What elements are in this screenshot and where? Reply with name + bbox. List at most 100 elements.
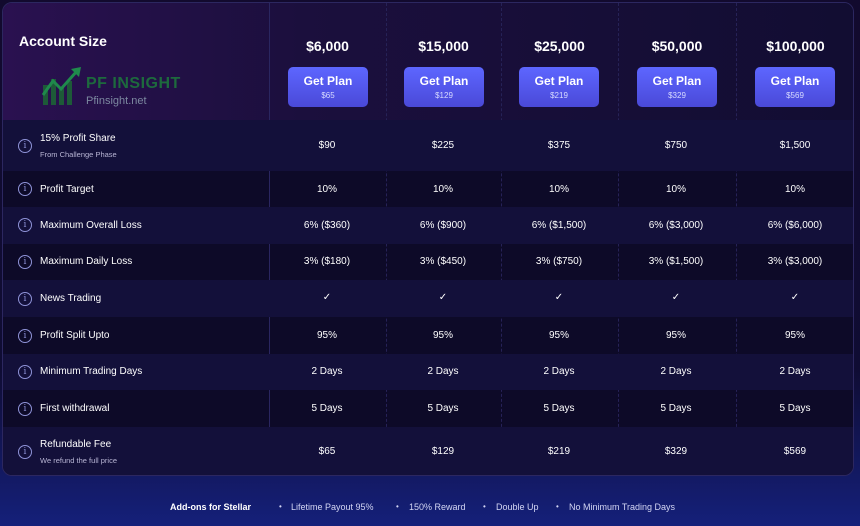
table-cell: $1,500 xyxy=(779,140,811,151)
get-plan-button[interactable]: Get Plan $129 xyxy=(404,67,484,107)
get-plan-button[interactable]: Get Plan $219 xyxy=(519,67,599,107)
table-cell: $219 xyxy=(547,446,571,457)
info-circle-icon[interactable]: i xyxy=(18,329,32,343)
plan-price: $25,000 xyxy=(534,38,585,54)
account-size-heading: Account Size xyxy=(19,33,107,49)
plan-column-6000: $6,000 Get Plan $65 xyxy=(269,3,386,120)
table-row-max-daily-loss: i Maximum Daily Loss 3% ($180) 3% ($450)… xyxy=(3,244,853,280)
info-circle-icon[interactable]: i xyxy=(18,445,32,459)
info-circle-icon[interactable]: i xyxy=(18,218,32,232)
table-row-refundable-fee: i Refundable Fee We refund the full pric… xyxy=(3,427,853,475)
table-cell: 10% xyxy=(665,184,686,195)
button-fee: $569 xyxy=(786,91,804,100)
table-cell: 95% xyxy=(784,330,805,341)
table-cell: 95% xyxy=(665,330,686,341)
table-cell: 5 Days xyxy=(543,403,575,414)
table-row-max-overall-loss: i Maximum Overall Loss 6% ($360) 6% ($90… xyxy=(3,207,853,244)
addon-item: 150% Reward xyxy=(409,502,466,512)
info-circle-icon[interactable]: i xyxy=(18,292,32,306)
button-label: Get Plan xyxy=(419,74,469,88)
feature-label: Profit Target xyxy=(40,184,94,195)
table-cell: 6% ($1,500) xyxy=(531,220,587,231)
table-row-news-trading: i News Trading ✓ ✓ ✓ ✓ ✓ xyxy=(3,280,853,317)
feature-sublabel: From Challenge Phase xyxy=(40,150,117,159)
plan-price: $6,000 xyxy=(306,38,349,54)
table-row-profit-target: i Profit Target 10% 10% 10% 10% 10% xyxy=(3,171,853,207)
table-cell: 95% xyxy=(432,330,453,341)
table-row-first-withdrawal: i First withdrawal 5 Days 5 Days 5 Days … xyxy=(3,390,853,427)
logo-url-text: Pfinsight.net xyxy=(86,95,147,107)
button-fee: $129 xyxy=(435,91,453,100)
feature-label: First withdrawal xyxy=(40,403,110,414)
table-cell: 3% ($180) xyxy=(303,256,351,267)
addons-title: Add-ons for Stellar xyxy=(170,502,252,512)
addon-item: No Minimum Trading Days xyxy=(569,502,676,512)
table-cell: 10% xyxy=(548,184,569,195)
bullet-dot: • xyxy=(483,502,486,511)
feature-label: Maximum Overall Loss xyxy=(40,220,142,231)
button-label: Get Plan xyxy=(534,74,584,88)
table-cell: 6% ($6,000) xyxy=(767,220,823,231)
table-cell: 2 Days xyxy=(427,366,459,377)
table-cell: 2 Days xyxy=(311,366,343,377)
table-cell: $225 xyxy=(431,140,455,151)
plan-column-15000: $15,000 Get Plan $129 xyxy=(386,3,501,120)
button-label: Get Plan xyxy=(770,74,820,88)
table-cell: 10% xyxy=(316,184,337,195)
checkmark-icon: ✓ xyxy=(671,292,681,303)
table-cell: 95% xyxy=(548,330,569,341)
button-fee: $219 xyxy=(550,91,568,100)
plan-column-25000: $25,000 Get Plan $219 xyxy=(501,3,618,120)
table-cell: 3% ($750) xyxy=(535,256,583,267)
feature-label: News Trading xyxy=(40,293,102,304)
table-cell: 2 Days xyxy=(543,366,575,377)
table-cell: $65 xyxy=(318,446,336,457)
feature-label: Profit Split Upto xyxy=(40,330,110,341)
table-cell: 6% ($3,000) xyxy=(648,220,704,231)
button-fee: $329 xyxy=(668,91,686,100)
plan-price: $50,000 xyxy=(651,38,703,54)
info-circle-icon[interactable]: i xyxy=(18,402,32,416)
table-cell: $569 xyxy=(783,446,807,457)
chart-arrow-icon xyxy=(41,67,81,105)
table-cell: 3% ($1,500) xyxy=(648,256,704,267)
pricing-table: Account Size PF INSIGHT Pfinsight.net $6… xyxy=(2,2,854,476)
table-cell: $375 xyxy=(547,140,571,151)
table-cell: 95% xyxy=(316,330,337,341)
table-row-profit-split: i Profit Split Upto 95% 95% 95% 95% 95% xyxy=(3,317,853,354)
info-circle-icon[interactable]: i xyxy=(18,139,32,153)
plan-price: $15,000 xyxy=(418,38,469,54)
table-cell: $329 xyxy=(664,446,688,457)
feature-label: Minimum Trading Days xyxy=(40,366,143,377)
info-circle-icon[interactable]: i xyxy=(18,255,32,269)
table-cell: 10% xyxy=(784,184,805,195)
table-cell: 6% ($900) xyxy=(419,220,467,231)
checkmark-icon: ✓ xyxy=(438,292,448,303)
bullet-dot: • xyxy=(396,502,399,511)
info-circle-icon[interactable]: i xyxy=(18,365,32,379)
addon-item: Double Up xyxy=(496,502,539,512)
table-cell: 3% ($450) xyxy=(419,256,467,267)
plan-column-100000: $100,000 Get Plan $569 xyxy=(736,3,853,120)
info-circle-icon[interactable]: i xyxy=(18,182,32,196)
table-row-profit-share: i 15% Profit Share From Challenge Phase … xyxy=(3,120,853,171)
feature-label: Maximum Daily Loss xyxy=(40,256,133,267)
get-plan-button[interactable]: Get Plan $329 xyxy=(637,67,717,107)
table-cell: 2 Days xyxy=(660,366,692,377)
checkmark-icon: ✓ xyxy=(322,292,332,303)
plan-column-50000: $50,000 Get Plan $329 xyxy=(618,3,736,120)
bullet-dot: • xyxy=(556,502,559,511)
logo-brand-text: PF INSIGHT xyxy=(86,75,181,92)
table-cell: 5 Days xyxy=(311,403,343,414)
table-cell: $750 xyxy=(664,140,688,151)
get-plan-button[interactable]: Get Plan $569 xyxy=(755,67,835,107)
table-cell: $90 xyxy=(318,140,336,151)
table-cell: 10% xyxy=(432,184,453,195)
pf-insight-logo: PF INSIGHT Pfinsight.net xyxy=(41,65,191,109)
table-cell: 5 Days xyxy=(427,403,459,414)
table-cell: 3% ($3,000) xyxy=(767,256,823,267)
addon-item: Lifetime Payout 95% xyxy=(291,502,374,512)
get-plan-button[interactable]: Get Plan $65 xyxy=(288,67,368,107)
checkmark-icon: ✓ xyxy=(790,292,800,303)
button-label: Get Plan xyxy=(303,74,353,88)
